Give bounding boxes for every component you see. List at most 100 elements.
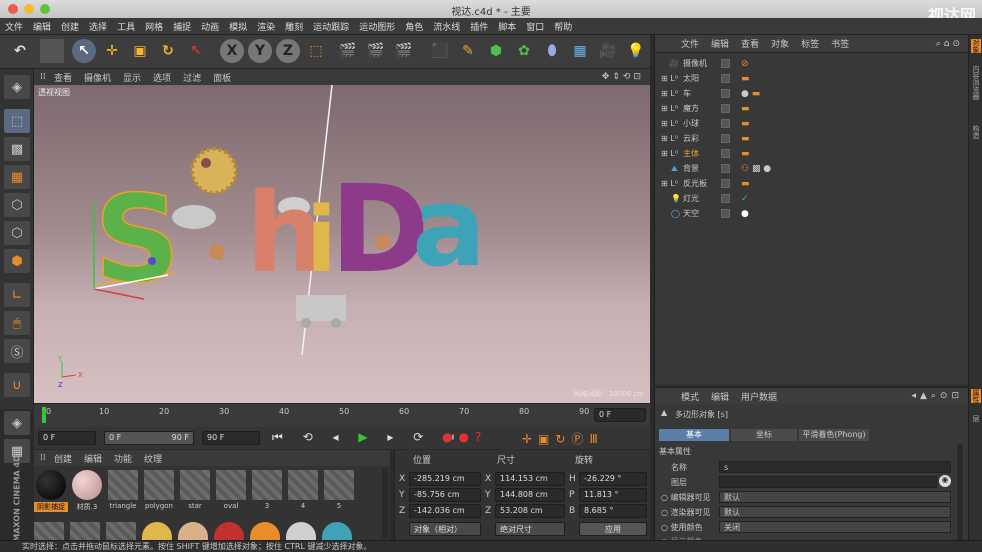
tab-phong[interactable]: 平滑着色(Phong) bbox=[799, 429, 869, 441]
attr-menu-user-data[interactable]: 用户数据 bbox=[735, 390, 783, 403]
editor-visible-select[interactable]: 默认 bbox=[719, 491, 951, 503]
coordinate-mode-select[interactable]: 对象（相对） bbox=[409, 522, 481, 536]
move-icon[interactable]: ✛ bbox=[100, 39, 124, 63]
renderer-visible-select[interactable]: 默认 bbox=[719, 506, 951, 518]
start-frame-field[interactable]: 0 F bbox=[38, 431, 96, 445]
scale-icon[interactable]: ▣ bbox=[128, 39, 152, 63]
cube-primitive-icon[interactable]: ⬛ bbox=[428, 39, 452, 63]
material-swatch[interactable]: 3 bbox=[250, 470, 284, 510]
viewport-nav-icons[interactable]: ✥⇕⟲⊡ bbox=[596, 72, 650, 82]
object-row-reflector[interactable]: ⊞ L⁰ 反光板 ▬ bbox=[655, 176, 969, 191]
material-menu-edit[interactable]: 编辑 bbox=[78, 452, 108, 465]
sky-material-tag-icon[interactable]: ● bbox=[741, 209, 749, 219]
material-menu-function[interactable]: 功能 bbox=[108, 452, 138, 465]
object-menu-bookmarks[interactable]: 书签 bbox=[825, 37, 855, 50]
viewport-menu-display[interactable]: 显示 bbox=[117, 71, 147, 84]
visibility-toggle[interactable] bbox=[721, 194, 730, 203]
menu-motion-tracking[interactable]: 运动跟踪 bbox=[308, 20, 354, 33]
rotation-b-field[interactable]: 8.685 ° bbox=[579, 504, 647, 518]
menu-file[interactable]: 文件 bbox=[0, 20, 28, 33]
visibility-toggle[interactable] bbox=[721, 104, 730, 113]
size-x-field[interactable]: 114.153 cm bbox=[495, 472, 565, 486]
rotation-h-field[interactable]: -26.229 ° bbox=[579, 472, 647, 486]
tag-icon[interactable]: ▬ bbox=[741, 74, 750, 84]
viewport-menu-filter[interactable]: 过滤 bbox=[177, 71, 207, 84]
tag-icon[interactable]: ▬ bbox=[741, 149, 750, 159]
timeline-ruler[interactable]: 0 10 20 30 40 50 60 70 80 90 0 F bbox=[34, 403, 650, 427]
deformer-icon[interactable]: ⬮ bbox=[540, 39, 564, 63]
material-tag-icon[interactable]: ● ▬ bbox=[741, 89, 760, 99]
workplane-lock-icon[interactable]: ◈ bbox=[4, 411, 30, 435]
attr-menu-edit[interactable]: 编辑 bbox=[705, 390, 735, 403]
tab-content-browser[interactable]: 内容浏览器 bbox=[971, 65, 981, 100]
tab-objects[interactable]: 对象 bbox=[971, 39, 981, 53]
menu-character[interactable]: 角色 bbox=[400, 20, 428, 33]
visibility-toggle[interactable] bbox=[721, 149, 730, 158]
object-menu-tags[interactable]: 标签 bbox=[795, 37, 825, 50]
object-row-sun[interactable]: ⊞ L⁰ 太阳 ▬ bbox=[655, 71, 969, 86]
menu-plugins[interactable]: 插件 bbox=[465, 20, 493, 33]
material-swatch[interactable]: polygon bbox=[142, 470, 176, 510]
menu-mesh[interactable]: 网格 bbox=[140, 20, 168, 33]
layer-field[interactable] bbox=[719, 476, 937, 488]
magnet-icon[interactable]: ∪ bbox=[4, 373, 30, 397]
object-row-cloud[interactable]: ⊞ L⁰ 云彩 ▬ bbox=[655, 131, 969, 146]
object-row-ball[interactable]: ⊞ L⁰ 小球 ▬ bbox=[655, 116, 969, 131]
tag-icon[interactable]: ▬ bbox=[741, 119, 750, 129]
menu-pipeline[interactable]: 流水线 bbox=[428, 20, 465, 33]
material-preview[interactable] bbox=[322, 522, 352, 540]
position-x-field[interactable]: -285.219 cm bbox=[409, 472, 481, 486]
menu-tools[interactable]: 工具 bbox=[112, 20, 140, 33]
rotate-icon[interactable]: ↻ bbox=[156, 39, 180, 63]
object-row-cube[interactable]: ⊞ L⁰ 魔方 ▬ bbox=[655, 101, 969, 116]
live-select-icon[interactable]: ↖ bbox=[72, 39, 96, 63]
layer-picker-icon[interactable]: ◉ bbox=[939, 475, 951, 487]
attribute-scrollbar[interactable] bbox=[957, 444, 963, 540]
menu-edit[interactable]: 编辑 bbox=[28, 20, 56, 33]
object-menu-view[interactable]: 查看 bbox=[735, 37, 765, 50]
visibility-toggle[interactable] bbox=[721, 164, 730, 173]
tag-icon[interactable]: ▬ bbox=[741, 179, 750, 189]
viewport-menu-view[interactable]: 查看 bbox=[48, 71, 78, 84]
tab-attributes[interactable]: 属性 bbox=[971, 389, 981, 403]
undo-icon[interactable]: ↶ bbox=[8, 39, 32, 63]
cloner-icon[interactable]: ✿ bbox=[512, 39, 536, 63]
tweak-mode-icon[interactable]: 🖱 bbox=[4, 311, 30, 335]
x-axis-lock-icon[interactable]: X bbox=[220, 39, 244, 63]
material-preview[interactable] bbox=[34, 522, 64, 540]
material-swatch[interactable]: triangle bbox=[106, 470, 140, 510]
workplane-icon[interactable]: ▦ bbox=[4, 165, 30, 189]
tab-coordinates[interactable]: 坐标 bbox=[731, 429, 797, 441]
object-row-light[interactable]: 💡 灯光 ✓ bbox=[655, 191, 969, 206]
object-row-main[interactable]: ⊞ L⁰ 主体 ▬ bbox=[655, 146, 969, 161]
menu-animate[interactable]: 动画 bbox=[196, 20, 224, 33]
model-mode-icon[interactable]: ⬚ bbox=[4, 109, 30, 133]
material-preview[interactable] bbox=[70, 522, 100, 540]
material-preview[interactable] bbox=[250, 522, 280, 540]
texture-mode-icon[interactable]: ▩ bbox=[4, 137, 30, 161]
z-axis-lock-icon[interactable]: Z bbox=[276, 39, 300, 63]
menu-help[interactable]: 帮助 bbox=[549, 20, 577, 33]
visibility-toggle[interactable] bbox=[721, 89, 730, 98]
render-view-icon[interactable]: 🎬 bbox=[336, 39, 360, 63]
subdivision-surface-icon[interactable]: ⬢ bbox=[484, 39, 508, 63]
apply-button[interactable]: 应用 bbox=[579, 522, 647, 536]
visibility-toggle[interactable] bbox=[721, 134, 730, 143]
menu-select[interactable]: 选择 bbox=[84, 20, 112, 33]
material-preview[interactable] bbox=[106, 522, 136, 540]
recent-tool-icon[interactable]: ↖ bbox=[184, 39, 208, 63]
tab-basic[interactable]: 基本 bbox=[659, 429, 729, 441]
render-settings-icon[interactable]: 🎬 bbox=[392, 39, 416, 63]
object-row-background[interactable]: ⛰ 背景 ⚇ ▩ ● bbox=[655, 161, 969, 176]
visibility-toggle[interactable] bbox=[721, 209, 730, 218]
attr-menu-mode[interactable]: 模式 bbox=[675, 390, 705, 403]
coordinate-system-icon[interactable]: ⬚ bbox=[304, 39, 328, 63]
object-row-sky[interactable]: ◯ 天空 ● bbox=[655, 206, 969, 221]
object-menu-edit[interactable]: 编辑 bbox=[705, 37, 735, 50]
position-z-field[interactable]: -142.036 cm bbox=[409, 504, 481, 518]
material-swatch[interactable]: 材质.3 bbox=[70, 470, 104, 512]
menu-mograph[interactable]: 运动图形 bbox=[354, 20, 400, 33]
attr-nav-icons[interactable]: ◂▲⌕⊙⊡ bbox=[905, 391, 969, 401]
menu-render[interactable]: 渲染 bbox=[252, 20, 280, 33]
perspective-viewport[interactable]: 透视视图 S h i D a Z X Y 网格间距：10000 cm bbox=[34, 85, 650, 403]
